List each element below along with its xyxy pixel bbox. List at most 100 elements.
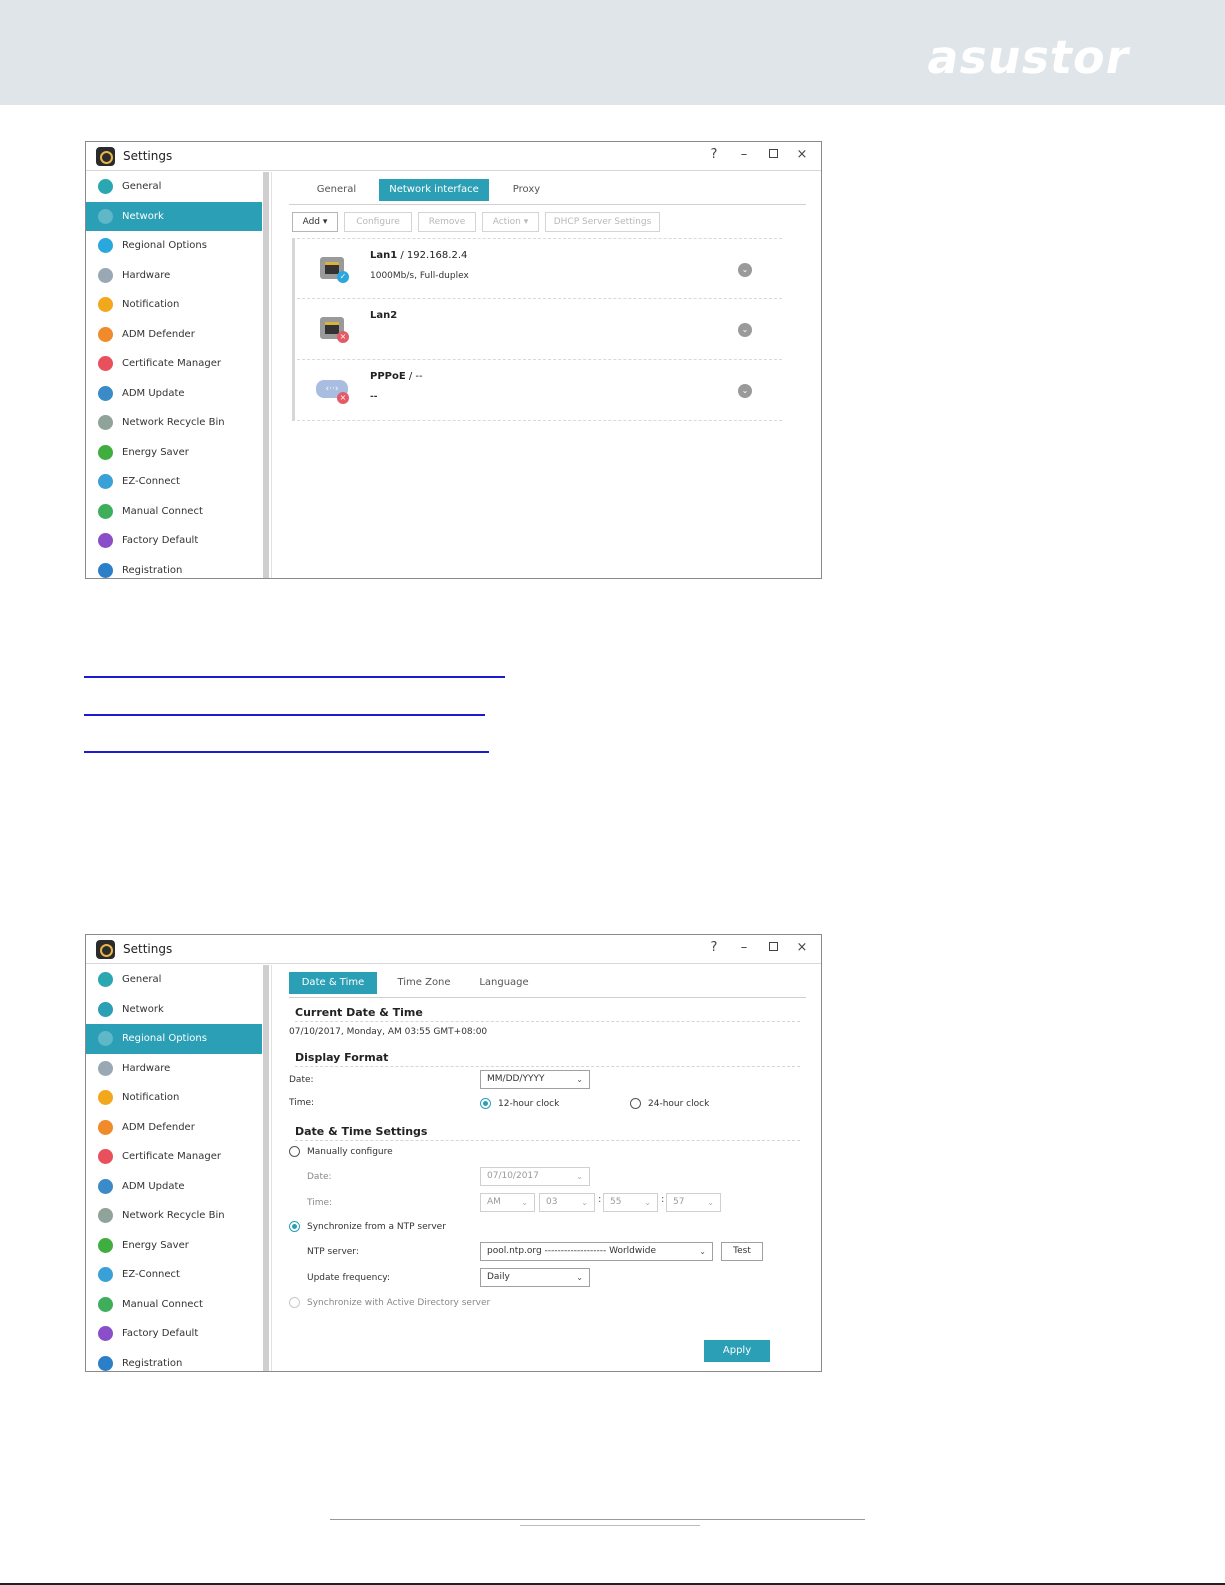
hour-select[interactable]: 03 ⌄ xyxy=(539,1193,595,1212)
tab-network-interface[interactable]: Network interface xyxy=(379,179,489,201)
configure-button[interactable]: Configure xyxy=(344,212,412,232)
apply-button[interactable]: Apply xyxy=(704,1340,770,1362)
sidebar-item-network[interactable]: Network xyxy=(86,201,262,231)
sidebar-item-label: Certificate Manager xyxy=(122,1151,221,1163)
sidebar-item-network-recycle-bin[interactable]: Network Recycle Bin xyxy=(86,1201,262,1231)
radio-manual-configure[interactable] xyxy=(289,1146,300,1157)
connected-check-icon: ✓ xyxy=(337,271,349,283)
ntp-server-label: NTP server: xyxy=(307,1247,359,1257)
sidebar-item-energy-saver[interactable]: Energy Saver xyxy=(86,1231,262,1261)
sidebar-item-registration[interactable]: Registration xyxy=(86,1349,262,1379)
sidebar-item-certificate-manager[interactable]: Certificate Manager xyxy=(86,349,262,379)
sidebar-item-regional-options[interactable]: Regional Options xyxy=(86,231,262,261)
recycle-bin-icon xyxy=(98,415,113,431)
sidebar-item-energy-saver[interactable]: Energy Saver xyxy=(86,438,262,468)
sidebar-item-certificate-manager[interactable]: Certificate Manager xyxy=(86,1142,262,1172)
interface-row-lan1[interactable]: ✓ Lan1 / 192.168.2.4 1000Mb/s, Full-dupl… xyxy=(292,238,782,299)
sidebar-item-notification[interactable]: Notification xyxy=(86,1083,262,1113)
minute-select[interactable]: 55 ⌄ xyxy=(603,1193,658,1212)
manual-date-label: Date: xyxy=(307,1172,332,1182)
sidebar-item-label: Regional Options xyxy=(122,240,207,252)
registration-icon xyxy=(98,562,113,578)
sidebar-item-network-recycle-bin[interactable]: Network Recycle Bin xyxy=(86,408,262,438)
remove-button[interactable]: Remove xyxy=(418,212,476,232)
date-format-select[interactable]: MM/DD/YYYY ⌄ xyxy=(480,1070,590,1089)
titlebar: Settings ? – × xyxy=(86,935,821,964)
sidebar-item-adm-update[interactable]: ADM Update xyxy=(86,1172,262,1202)
help-button[interactable]: ? xyxy=(705,146,723,164)
sidebar-item-label: Energy Saver xyxy=(122,1239,189,1251)
update-frequency-select[interactable]: Daily ⌄ xyxy=(480,1268,590,1287)
sidebar-item-label: Manual Connect xyxy=(122,1298,203,1310)
link-underline[interactable] xyxy=(84,714,485,716)
interface-ip: / -- xyxy=(405,371,423,382)
interface-name: Lan2 xyxy=(370,310,398,321)
settings-window-regional: Settings ? – × General Network Regional Op… xyxy=(85,934,822,1372)
sidebar-item-general[interactable]: General xyxy=(86,965,262,995)
maximize-button[interactable] xyxy=(764,939,782,957)
minimize-button[interactable]: – xyxy=(735,146,753,164)
sidebar-item-factory-default[interactable]: Factory Default xyxy=(86,526,262,556)
test-button[interactable]: Test xyxy=(721,1242,763,1261)
sidebar-item-ez-connect[interactable]: EZ-Connect xyxy=(86,1260,262,1290)
firewall-icon xyxy=(98,1119,113,1135)
close-button[interactable]: × xyxy=(793,939,811,957)
sidebar-item-hardware[interactable]: Hardware xyxy=(86,1054,262,1084)
sidebar-item-label: General xyxy=(122,974,162,986)
sidebar-item-registration[interactable]: Registration xyxy=(86,556,262,586)
action-button[interactable]: Action ▾ xyxy=(482,212,539,232)
firewall-icon xyxy=(98,326,113,342)
expand-chevron-icon[interactable]: ⌄ xyxy=(738,384,752,398)
radio-24-hour-label: 24-hour clock xyxy=(648,1099,710,1109)
regional-options-content: Date & Time Time Zone Language Current D… xyxy=(274,965,821,1371)
second-select[interactable]: 57 ⌄ xyxy=(666,1193,721,1212)
maximize-button[interactable] xyxy=(764,146,782,164)
expand-chevron-icon[interactable]: ⌄ xyxy=(738,263,752,277)
cloud-icon xyxy=(98,474,113,490)
tab-time-zone[interactable]: Time Zone xyxy=(389,972,459,994)
sidebar-item-general[interactable]: General xyxy=(86,172,262,202)
ampm-select[interactable]: AM ⌄ xyxy=(480,1193,535,1212)
interface-name: PPPoE xyxy=(370,371,406,382)
sidebar-item-notification[interactable]: Notification xyxy=(86,290,262,320)
sidebar-item-factory-default[interactable]: Factory Default xyxy=(86,1319,262,1349)
radio-ntp-sync[interactable] xyxy=(289,1221,300,1232)
sidebar-item-label: ADM Defender xyxy=(122,328,195,340)
sidebar-item-regional-options[interactable]: Regional Options xyxy=(86,1024,262,1054)
sidebar-item-adm-defender[interactable]: ADM Defender xyxy=(86,1113,262,1143)
add-button[interactable]: Add ▾ xyxy=(292,212,338,232)
location-icon xyxy=(98,1031,113,1047)
radio-24-hour[interactable] xyxy=(630,1098,641,1109)
link-underline[interactable] xyxy=(84,676,505,678)
tab-proxy[interactable]: Proxy xyxy=(499,179,554,201)
tab-date-time[interactable]: Date & Time xyxy=(289,972,377,994)
sidebar-scrollbar[interactable] xyxy=(263,965,269,1371)
sidebar-item-adm-update[interactable]: ADM Update xyxy=(86,379,262,409)
interface-row-lan2[interactable]: × Lan2 ⌄ xyxy=(292,299,782,360)
sidebar-item-adm-defender[interactable]: ADM Defender xyxy=(86,320,262,350)
sidebar-scrollbar[interactable] xyxy=(263,172,269,578)
interface-row-pppoe[interactable]: ‹··› × PPPoE / -- -- ⌄ xyxy=(292,360,782,421)
tab-language[interactable]: Language xyxy=(469,972,539,994)
manual-date-select[interactable]: 07/10/2017 ⌄ xyxy=(480,1167,590,1186)
close-button[interactable]: × xyxy=(793,146,811,164)
ntp-server-select[interactable]: pool.ntp.org ------------------- Worldwi… xyxy=(480,1242,713,1261)
sidebar-item-manual-connect[interactable]: Manual Connect xyxy=(86,1290,262,1320)
globe-icon xyxy=(98,208,113,224)
sidebar-item-hardware[interactable]: Hardware xyxy=(86,261,262,291)
sidebar-item-ez-connect[interactable]: EZ-Connect xyxy=(86,467,262,497)
link-underline[interactable] xyxy=(84,751,489,753)
manual-time-label: Time: xyxy=(307,1198,333,1208)
tab-general[interactable]: General xyxy=(304,179,369,201)
radio-ad-sync[interactable] xyxy=(289,1297,300,1308)
chevron-down-icon: ⌄ xyxy=(707,1198,714,1207)
sidebar-item-manual-connect[interactable]: Manual Connect xyxy=(86,497,262,527)
sidebar-item-network[interactable]: Network xyxy=(86,995,262,1025)
page-header-banner: asustor xyxy=(0,0,1225,105)
minimize-button[interactable]: – xyxy=(735,939,753,957)
radio-12-hour[interactable] xyxy=(480,1098,491,1109)
help-button[interactable]: ? xyxy=(705,939,723,957)
chevron-down-icon: ⌄ xyxy=(576,1273,583,1282)
dhcp-server-settings-button[interactable]: DHCP Server Settings xyxy=(545,212,660,232)
expand-chevron-icon[interactable]: ⌄ xyxy=(738,323,752,337)
